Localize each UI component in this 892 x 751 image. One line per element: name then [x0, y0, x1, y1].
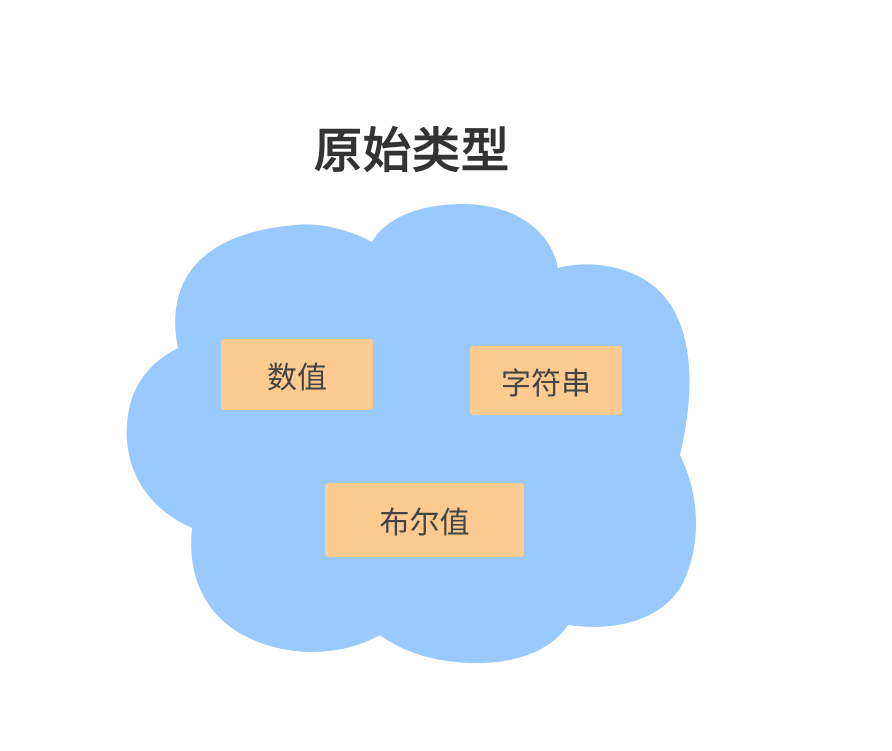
type-tag-number: 数值 — [221, 339, 373, 410]
cloud-shape — [126, 204, 697, 664]
type-label: 数值 — [267, 360, 327, 396]
type-tag-boolean: 布尔值 — [325, 483, 524, 557]
diagram-canvas: 原始类型 数值 字符串 布尔值 — [0, 0, 892, 751]
type-label: 字符串 — [501, 366, 591, 402]
type-label: 布尔值 — [379, 506, 470, 541]
type-tag-string: 字符串 — [470, 346, 622, 415]
cloud-outline — [126, 204, 697, 664]
